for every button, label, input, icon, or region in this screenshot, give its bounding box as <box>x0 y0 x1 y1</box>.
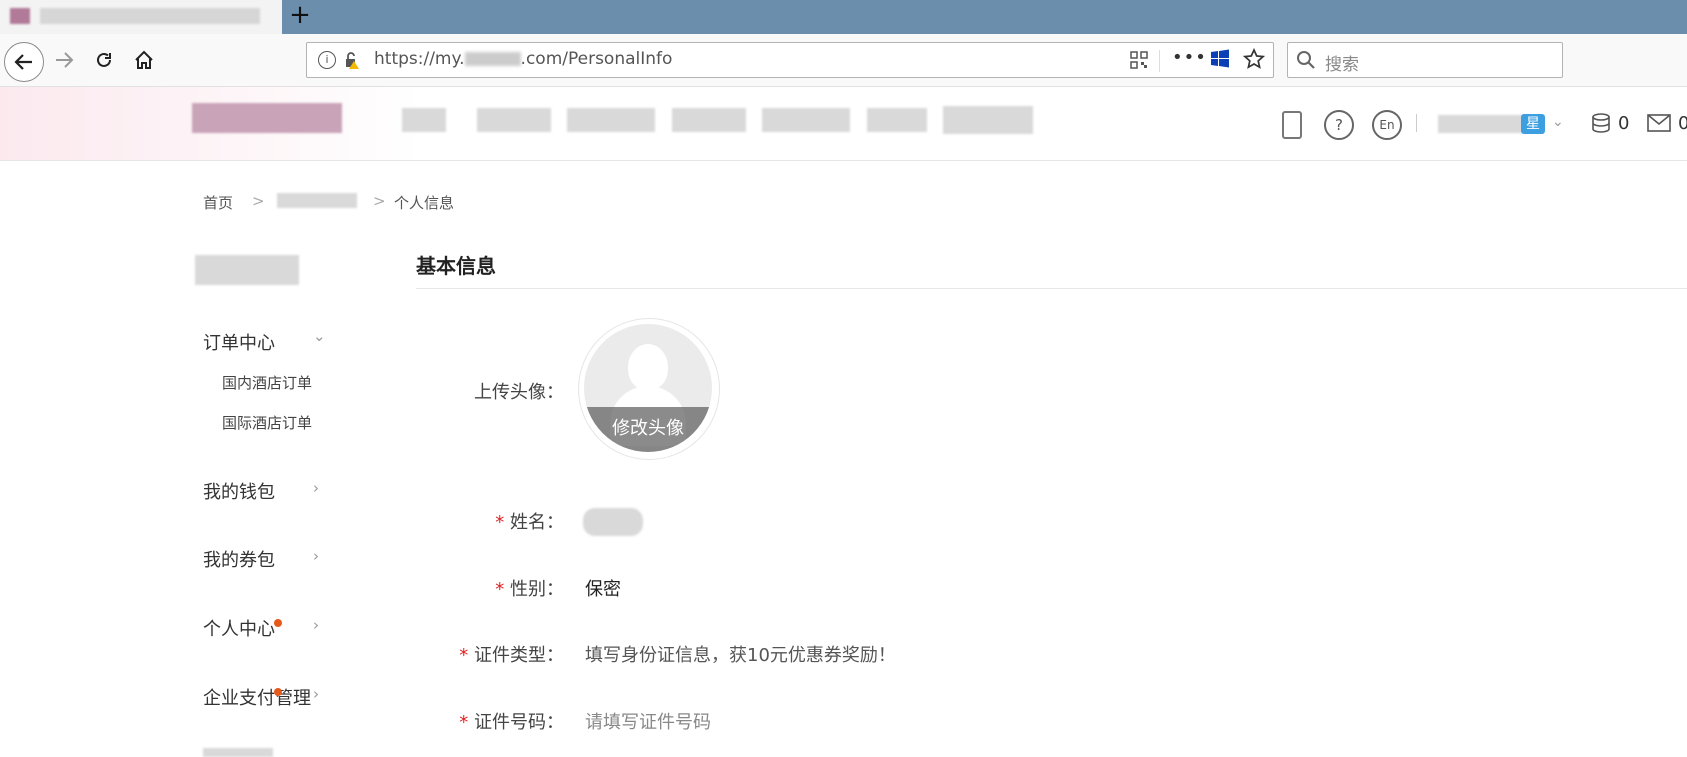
sidebar-item-international-hotel-orders[interactable]: 国际酒店订单 <box>222 412 312 433</box>
gender-label-text: 性别： <box>510 579 564 600</box>
title-divider <box>416 288 1687 289</box>
home-button[interactable] <box>126 42 162 78</box>
info-icon[interactable]: i <box>318 51 336 69</box>
avatar-label: 上传头像： <box>474 382 564 403</box>
required-mark: * <box>459 645 469 666</box>
avatar-placeholder-head <box>628 344 668 390</box>
name-label-text: 姓名： <box>510 512 564 533</box>
breadcrumb-current: 个人信息 <box>394 194 455 212</box>
sidebar-item-redacted[interactable] <box>203 748 273 757</box>
id-number-label-text: 证件号码： <box>474 712 564 733</box>
page-title: 基本信息 <box>416 254 496 278</box>
breadcrumb-separator: > <box>252 192 265 210</box>
mobile-icon[interactable] <box>1282 111 1302 139</box>
name-label: * 姓名： <box>414 508 564 534</box>
sidebar-item-domestic-hotel-orders[interactable]: 国内酒店订单 <box>222 372 312 393</box>
breadcrumb-separator: > <box>373 192 386 210</box>
chevron-right-icon[interactable]: › <box>313 685 319 703</box>
site-logo-redacted[interactable] <box>192 103 342 133</box>
gender-label: * 性别： <box>414 575 564 601</box>
points-count: 0 <box>1618 113 1630 134</box>
required-mark: * <box>459 712 469 733</box>
gender-value[interactable]: 保密 <box>585 575 621 601</box>
url-text[interactable]: https://my. .com/PersonalInfo <box>374 49 672 69</box>
nav-item-redacted[interactable] <box>943 106 1033 134</box>
tab-title-redacted <box>40 8 260 24</box>
nav-item-redacted[interactable] <box>867 108 927 132</box>
search-input[interactable]: 搜索 <box>1325 50 1359 75</box>
change-avatar-button[interactable]: 修改头像 <box>584 407 712 452</box>
sidebar-item-enterprise-payment[interactable]: 企业支付管理 <box>203 684 311 710</box>
search-icon <box>1296 50 1316 74</box>
forward-button[interactable] <box>46 42 82 78</box>
star-icon[interactable] <box>1242 47 1266 74</box>
back-arrow-icon <box>14 54 32 70</box>
sidebar-item-personal-center[interactable]: 个人中心 <box>203 615 275 641</box>
notification-dot <box>274 619 282 627</box>
english-language-icon[interactable]: En <box>1372 110 1402 140</box>
new-tab-button[interactable]: + <box>286 0 314 34</box>
username-redacted[interactable] <box>1438 115 1528 133</box>
mail-icon[interactable] <box>1647 114 1671 136</box>
id-type-label-text: 证件类型： <box>474 645 564 666</box>
more-icon[interactable]: ••• <box>1172 47 1207 68</box>
id-number-label: * 证件号码： <box>414 708 564 734</box>
required-mark: * <box>495 512 505 533</box>
sidebar-item-my-wallet[interactable]: 我的钱包 <box>203 478 275 504</box>
nav-item-redacted[interactable] <box>672 108 746 132</box>
back-button[interactable] <box>4 42 44 82</box>
nav-item-redacted[interactable] <box>477 108 551 132</box>
reload-button[interactable] <box>86 42 122 78</box>
url-prefix: https://my. <box>374 49 465 69</box>
chevron-down-icon[interactable]: ⌄ <box>1552 114 1564 130</box>
urlbar-divider <box>1159 50 1160 72</box>
breadcrumb-middle-redacted[interactable] <box>277 193 357 208</box>
insecure-lock-icon[interactable] <box>342 50 362 74</box>
qr-code-icon[interactable] <box>1130 51 1148 73</box>
points-icon[interactable] <box>1590 112 1612 138</box>
name-value-redacted[interactable] <box>583 508 643 536</box>
reload-icon <box>97 52 111 67</box>
sidebar-item-order-center[interactable]: 订单中心 <box>203 329 275 355</box>
help-icon[interactable]: ? <box>1324 110 1354 140</box>
chevron-right-icon[interactable]: › <box>313 479 319 497</box>
required-mark: * <box>495 579 505 600</box>
forward-arrow-icon <box>56 52 74 68</box>
sidebar-heading-redacted <box>195 255 299 285</box>
url-suffix: .com/PersonalInfo <box>520 49 673 69</box>
nav-item-redacted[interactable] <box>762 108 850 132</box>
browser-tab[interactable] <box>0 0 282 34</box>
chevron-down-icon[interactable]: ⌄ <box>313 327 326 345</box>
notification-dot <box>274 688 282 696</box>
id-number-input[interactable]: 请填写证件号码 <box>585 708 711 734</box>
nav-item-redacted[interactable] <box>402 108 446 132</box>
member-star-badge: 星 <box>1521 114 1545 134</box>
nav-item-redacted[interactable] <box>567 108 655 132</box>
id-type-label: * 证件类型： <box>414 641 564 667</box>
avatar[interactable]: 修改头像 <box>584 324 712 452</box>
chevron-right-icon[interactable]: › <box>313 547 319 565</box>
breadcrumb-home[interactable]: 首页 <box>203 192 233 213</box>
sidebar-item-my-coupons[interactable]: 我的券包 <box>203 546 275 572</box>
chevron-right-icon[interactable]: › <box>313 616 319 634</box>
messages-count: 0 <box>1678 113 1687 134</box>
id-type-hint[interactable]: 填写身份证信息，获10元优惠券奖励！ <box>585 641 896 667</box>
windows-icon[interactable] <box>1210 49 1230 73</box>
url-redacted <box>464 52 521 66</box>
home-icon <box>135 50 153 69</box>
tab-favicon <box>10 8 30 24</box>
header-divider <box>1416 114 1417 132</box>
